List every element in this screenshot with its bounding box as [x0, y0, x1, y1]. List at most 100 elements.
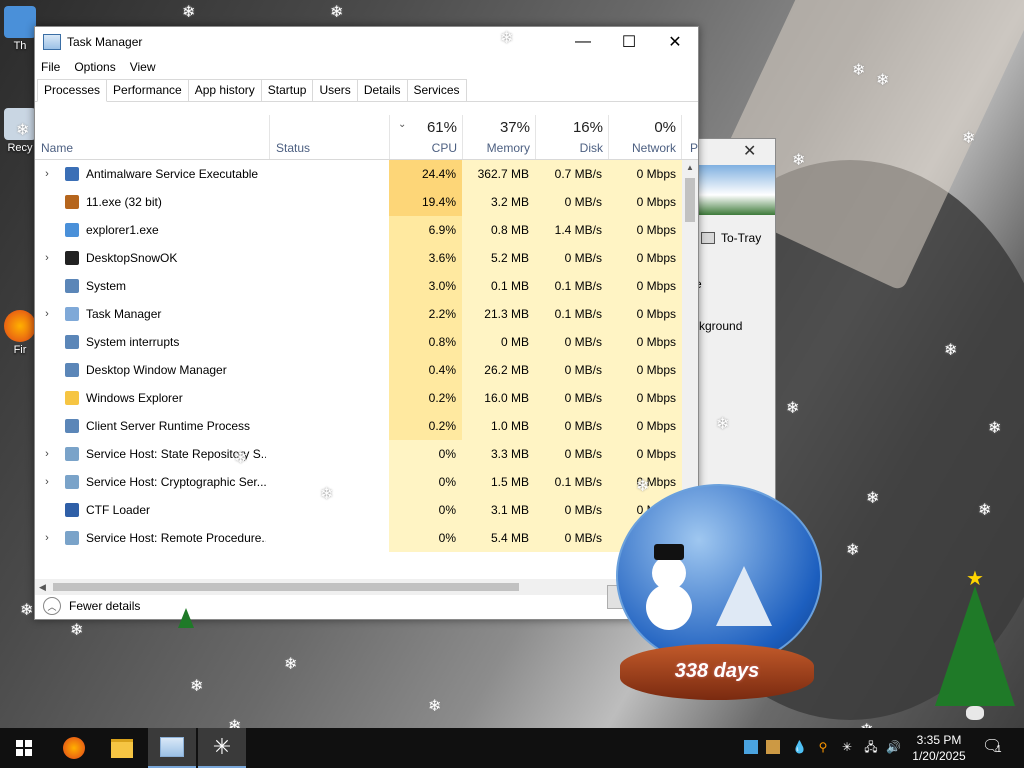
cpu-cell: 2.2% — [389, 300, 462, 328]
tray-app-icon[interactable] — [766, 740, 780, 754]
start-icon — [16, 740, 32, 756]
snowflake-icon: ❄ — [792, 152, 806, 169]
tab-performance[interactable]: Performance — [106, 79, 189, 101]
table-row[interactable]: › Task Manager 2.2% 21.3 MB 0.1 MB/s 0 Mbps — [35, 300, 682, 328]
table-row[interactable]: 11.exe (32 bit) 19.4% 3.2 MB 0 MB/s 0 Mbps — [35, 188, 682, 216]
scrollbar-thumb[interactable] — [53, 583, 519, 591]
column-power[interactable]: P — [681, 115, 699, 159]
search-icon[interactable]: ⚲ — [816, 740, 830, 754]
network-cell: 0 Mbps — [608, 384, 682, 412]
disk-cell: 0 MB/s — [535, 384, 608, 412]
column-name[interactable]: Name — [35, 115, 268, 159]
table-row[interactable]: System interrupts 0.8% 0 MB 0 MB/s 0 Mbps — [35, 328, 682, 356]
table-row[interactable]: Desktop Window Manager 0.4% 26.2 MB 0 MB/s 0… — [35, 356, 682, 384]
chevron-right-icon[interactable]: › — [41, 468, 53, 496]
snowflake-icon: ❄ — [330, 4, 344, 21]
column-power-label: P — [690, 141, 699, 155]
chevron-right-icon[interactable]: › — [41, 440, 53, 468]
chevron-right-icon[interactable]: › — [41, 244, 53, 272]
close-button[interactable]: ✕ — [652, 27, 698, 57]
taskbar-file-explorer[interactable] — [98, 728, 146, 768]
column-network[interactable]: 0% Network — [608, 115, 682, 159]
column-memory[interactable]: 37% Memory — [462, 115, 536, 159]
process-name: DesktopSnowOK — [86, 251, 178, 265]
memory-cell: 5.4 MB — [462, 524, 535, 552]
chevron-right-icon[interactable]: › — [41, 524, 53, 552]
minimize-button[interactable]: — — [560, 27, 606, 57]
folder-icon — [111, 738, 133, 758]
maximize-button[interactable]: ☐ — [606, 27, 652, 57]
cpu-cell: 0% — [389, 496, 462, 524]
back-window[interactable]: ✕ To-Tray e ckground — [690, 138, 776, 502]
column-cpu[interactable]: ⌄ 61% CPU — [389, 115, 463, 159]
menu-file[interactable]: File — [41, 60, 60, 74]
table-row[interactable]: › Antimalware Service Executable 24.4% 362.… — [35, 160, 682, 188]
antimalware-icon — [65, 167, 79, 181]
process-name: Task Manager — [86, 307, 162, 321]
user-icon — [4, 6, 36, 38]
memory-cell: 0.1 MB — [462, 272, 535, 300]
taskbar-desktop-snow[interactable]: ✳ — [198, 728, 246, 768]
table-row[interactable]: explorer1.exe 6.9% 0.8 MB 1.4 MB/s 0 Mbps — [35, 216, 682, 244]
network-icon[interactable]: 🖧 — [864, 740, 878, 754]
tab-processes[interactable]: Processes — [37, 79, 108, 102]
snowflake-icon: ❄ — [978, 502, 992, 519]
tab-users[interactable]: Users — [312, 79, 358, 101]
column-cpu-label: CPU — [431, 141, 457, 155]
table-row[interactable]: CTF Loader0%3.1 MB0 MB/s0 Mbps — [35, 496, 682, 524]
desktop-icon-label: Recy — [7, 142, 33, 154]
folder-icon — [65, 391, 79, 405]
table-row[interactable]: › Service Host: Cryptographic Ser... 0% 1.5… — [35, 468, 682, 496]
snowflake-icon[interactable]: ✳ — [840, 740, 854, 754]
chevron-right-icon[interactable]: › — [41, 300, 53, 328]
task-manager-window[interactable]: Task Manager — ☐ ✕ File Options View Pro… — [34, 26, 699, 620]
tab-details[interactable]: Details — [356, 79, 408, 101]
close-icon[interactable]: ✕ — [743, 141, 756, 161]
scroll-up-icon[interactable]: ▲ — [682, 160, 698, 176]
scrollbar-thumb[interactable] — [685, 178, 695, 222]
title-bar[interactable]: Task Manager — ☐ ✕ — [35, 27, 698, 57]
menu-view[interactable]: View — [130, 60, 156, 74]
to-tray-label: To-Tray — [721, 231, 762, 245]
column-name-label: Name — [41, 141, 74, 155]
column-disk[interactable]: 16% Disk — [535, 115, 609, 159]
table-row[interactable]: Windows Explorer 0.2% 16.0 MB 0 MB/s 0 Mbps — [35, 384, 682, 412]
chevron-right-icon[interactable]: › — [41, 160, 53, 188]
process-name: Antimalware Service Executable — [86, 167, 259, 181]
task-manager-icon — [160, 737, 184, 757]
memory-cell: 3.1 MB — [462, 496, 535, 524]
taskbar-firefox[interactable] — [50, 728, 98, 768]
disk-cell: 0.7 MB/s — [535, 160, 608, 188]
tab-startup[interactable]: Startup — [260, 79, 314, 101]
table-row[interactable]: › Service Host: Remote Procedure... 0% 5.4 … — [35, 524, 682, 552]
notification-button[interactable]: 🗨 1 — [982, 736, 1012, 760]
disk-cell: 0 MB/s — [535, 188, 608, 216]
table-row[interactable]: › DesktopSnowOK 3.6% 5.2 MB 0 MB/s 0 Mbps — [35, 244, 682, 272]
table-row[interactable]: System 3.0% 0.1 MB 0.1 MB/s 0 Mbps — [35, 272, 682, 300]
volume-icon[interactable]: 🔊 — [886, 740, 901, 754]
menu-options[interactable]: Options — [74, 60, 115, 74]
disk-cell: 0 MB/s — [535, 244, 608, 272]
column-status[interactable]: Status — [269, 115, 390, 159]
table-row[interactable]: Client Server Runtime Process 0.2% 1.0 MB 0… — [35, 412, 682, 440]
tab-app-history[interactable]: App history — [187, 79, 262, 101]
memory-cell: 1.0 MB — [462, 412, 535, 440]
fewer-details-button[interactable]: ︿ Fewer details — [43, 597, 140, 615]
cpu-cell: 6.9% — [389, 216, 462, 244]
network-cell: 0 Mbps — [608, 244, 682, 272]
table-row[interactable]: › Service Host: State Repository S... 0% 3.… — [35, 440, 682, 468]
memory-cell: 21.3 MB — [462, 300, 535, 328]
memory-cell: 26.2 MB — [462, 356, 535, 384]
tab-services[interactable]: Services — [406, 79, 467, 101]
horizontal-scrollbar[interactable]: ◀ ▶ — [35, 579, 682, 595]
scroll-left-icon[interactable]: ◀ — [39, 579, 46, 595]
clock[interactable]: 3:35 PM 1/20/2025 — [906, 732, 972, 764]
start-button[interactable] — [0, 728, 48, 768]
to-tray-button[interactable]: To-Tray — [701, 231, 761, 245]
gear-icon — [65, 475, 79, 489]
memory-total: 37% — [499, 119, 530, 136]
process-name: Client Server Runtime Process — [86, 419, 251, 433]
taskbar-task-manager[interactable] — [148, 728, 196, 768]
tray-app-icon[interactable] — [744, 740, 758, 754]
water-drop-icon[interactable]: 💧 — [792, 740, 807, 754]
